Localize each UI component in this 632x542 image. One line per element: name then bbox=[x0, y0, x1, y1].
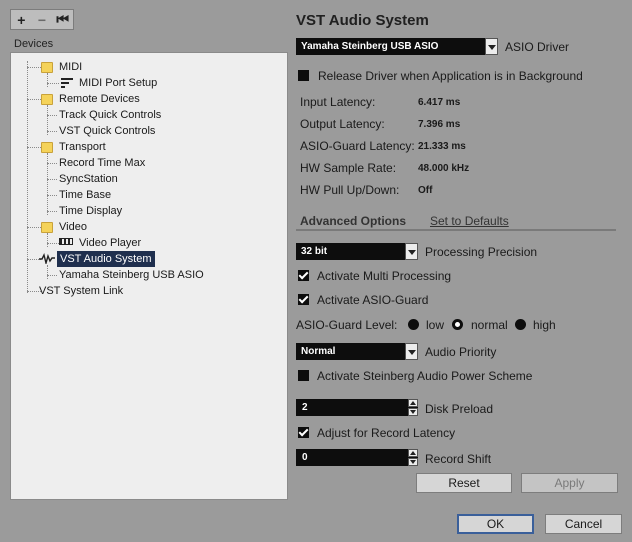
chevron-down-icon bbox=[405, 343, 418, 360]
output-latency-value: 7.396 ms bbox=[418, 119, 461, 130]
processing-precision-value: 32 bit bbox=[301, 246, 328, 257]
asio-driver-value: Yamaha Steinberg USB ASIO bbox=[301, 41, 439, 52]
tree-item-vst-quick-controls[interactable]: VST Quick Controls bbox=[59, 123, 155, 139]
stepper-up-icon[interactable] bbox=[408, 399, 418, 407]
output-latency-label: Output Latency: bbox=[300, 117, 385, 131]
asio-guard-latency-label: ASIO-Guard Latency: bbox=[300, 139, 415, 153]
power-scheme-checkbox[interactable] bbox=[298, 370, 309, 381]
audio-priority-label: Audio Priority bbox=[425, 345, 497, 359]
adjust-record-latency-checkbox[interactable] bbox=[298, 427, 309, 438]
audio-priority-value: Normal bbox=[301, 346, 336, 357]
asio-guard-level-normal-radio[interactable] bbox=[452, 319, 463, 330]
remote-devices-folder-icon bbox=[41, 94, 53, 105]
devices-tree[interactable]: MIDI MIDI Port Setup Remote Devices Trac… bbox=[10, 52, 288, 500]
stepper-up-icon[interactable] bbox=[408, 449, 418, 457]
record-shift-label: Record Shift bbox=[425, 452, 492, 466]
tree-item-time-display[interactable]: Time Display bbox=[59, 203, 122, 219]
tree-item-time-base[interactable]: Time Base bbox=[59, 187, 111, 203]
asio-guard-latency-value: 21.333 ms bbox=[418, 141, 466, 152]
video-folder-icon bbox=[41, 222, 53, 233]
disk-preload-stepper[interactable]: 2 bbox=[296, 399, 418, 416]
input-latency-value: 6.417 ms bbox=[418, 97, 461, 108]
asio-guard-level-high-radio[interactable] bbox=[515, 319, 526, 330]
record-shift-stepper[interactable]: 0 bbox=[296, 449, 418, 466]
tree-item-vst-audio-system[interactable]: VST Audio System bbox=[57, 251, 155, 267]
tree-item-video-player[interactable]: Video Player bbox=[79, 235, 141, 251]
release-driver-label: Release Driver when Application is in Ba… bbox=[318, 69, 583, 83]
cancel-button[interactable]: Cancel bbox=[545, 514, 622, 534]
tree-item-video[interactable]: Video bbox=[59, 219, 87, 235]
tree-item-vst-system-link[interactable]: VST System Link bbox=[39, 283, 123, 299]
release-driver-checkbox[interactable] bbox=[298, 70, 309, 81]
video-player-icon bbox=[59, 238, 73, 245]
add-device-button[interactable]: + bbox=[11, 10, 32, 29]
tree-item-midi[interactable]: MIDI bbox=[59, 59, 82, 75]
page-title: VST Audio System bbox=[296, 12, 429, 29]
chevron-down-icon bbox=[485, 38, 498, 55]
ok-button[interactable]: OK bbox=[457, 514, 534, 534]
remove-device-button[interactable]: − bbox=[32, 10, 53, 29]
record-shift-value: 0 bbox=[302, 452, 308, 463]
audio-priority-select[interactable]: Normal bbox=[296, 343, 418, 360]
processing-precision-label: Processing Precision bbox=[425, 245, 538, 259]
asio-driver-select[interactable]: Yamaha Steinberg USB ASIO bbox=[296, 38, 498, 55]
devices-label: Devices bbox=[14, 38, 54, 50]
tree-item-yamaha-usb-asio[interactable]: Yamaha Steinberg USB ASIO bbox=[59, 267, 204, 283]
asio-driver-label: ASIO Driver bbox=[505, 40, 570, 54]
transport-folder-icon bbox=[41, 142, 53, 153]
asio-guard-level-low-label: low bbox=[426, 318, 445, 332]
stepper-down-icon[interactable] bbox=[408, 408, 418, 416]
apply-button[interactable]: Apply bbox=[521, 473, 618, 493]
tree-item-record-time-max[interactable]: Record Time Max bbox=[59, 155, 145, 171]
disk-preload-label: Disk Preload bbox=[425, 402, 494, 416]
disk-preload-value: 2 bbox=[302, 402, 308, 413]
asio-guard-level-label: ASIO-Guard Level: bbox=[296, 318, 398, 332]
hw-sample-rate-value: 48.000 kHz bbox=[418, 163, 470, 174]
adjust-record-latency-label: Adjust for Record Latency bbox=[317, 426, 456, 440]
devices-toolbar: + − ⏮ bbox=[10, 9, 74, 30]
tree-item-midi-port-setup[interactable]: MIDI Port Setup bbox=[79, 75, 157, 91]
audio-system-icon bbox=[39, 252, 55, 266]
tree-item-remote-devices[interactable]: Remote Devices bbox=[59, 91, 140, 107]
stepper-down-icon[interactable] bbox=[408, 458, 418, 466]
asio-guard-level-low-radio[interactable] bbox=[408, 319, 419, 330]
tree-item-transport[interactable]: Transport bbox=[59, 139, 106, 155]
advanced-options-heading: Advanced Options bbox=[300, 214, 407, 228]
asio-guard-label: Activate ASIO-Guard bbox=[317, 293, 429, 307]
midi-folder-icon bbox=[41, 62, 53, 73]
processing-precision-select[interactable]: 32 bit bbox=[296, 243, 418, 260]
advanced-options-divider bbox=[296, 229, 616, 231]
multi-processing-checkbox[interactable] bbox=[298, 270, 309, 281]
input-latency-label: Input Latency: bbox=[300, 95, 376, 109]
reset-device-button[interactable]: ⏮ bbox=[52, 10, 73, 29]
hw-pull-label: HW Pull Up/Down: bbox=[300, 183, 400, 197]
asio-guard-level-high-label: high bbox=[533, 318, 556, 332]
tree-item-syncstation[interactable]: SyncStation bbox=[59, 171, 118, 187]
reset-button[interactable]: Reset bbox=[416, 473, 512, 493]
asio-guard-level-normal-label: normal bbox=[471, 318, 508, 332]
hw-sample-rate-label: HW Sample Rate: bbox=[300, 161, 397, 175]
tree-item-track-quick-controls[interactable]: Track Quick Controls bbox=[59, 107, 161, 123]
power-scheme-label: Activate Steinberg Audio Power Scheme bbox=[317, 369, 533, 383]
multi-processing-label: Activate Multi Processing bbox=[317, 269, 452, 283]
set-to-defaults-link[interactable]: Set to Defaults bbox=[430, 214, 509, 228]
asio-guard-checkbox[interactable] bbox=[298, 294, 309, 305]
hw-pull-value: Off bbox=[418, 185, 433, 196]
midi-port-icon bbox=[61, 78, 73, 89]
chevron-down-icon bbox=[405, 243, 418, 260]
